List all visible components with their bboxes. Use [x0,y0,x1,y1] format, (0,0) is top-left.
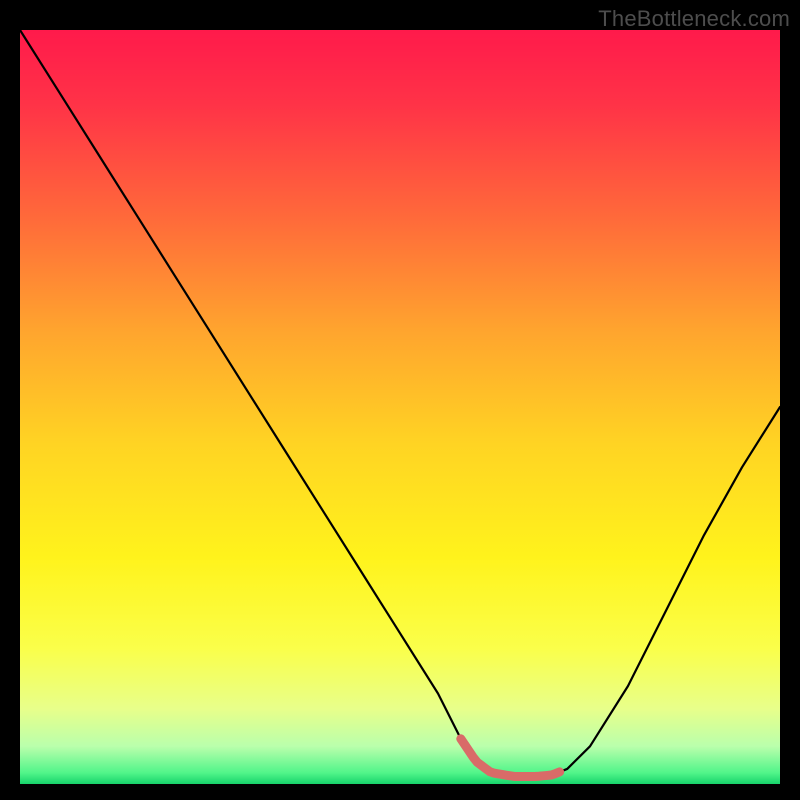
gradient-background [20,30,780,784]
chart-frame: TheBottleneck.com [0,0,800,800]
plot-area [20,30,780,784]
bottleneck-chart [20,30,780,784]
watermark-text: TheBottleneck.com [598,6,790,32]
